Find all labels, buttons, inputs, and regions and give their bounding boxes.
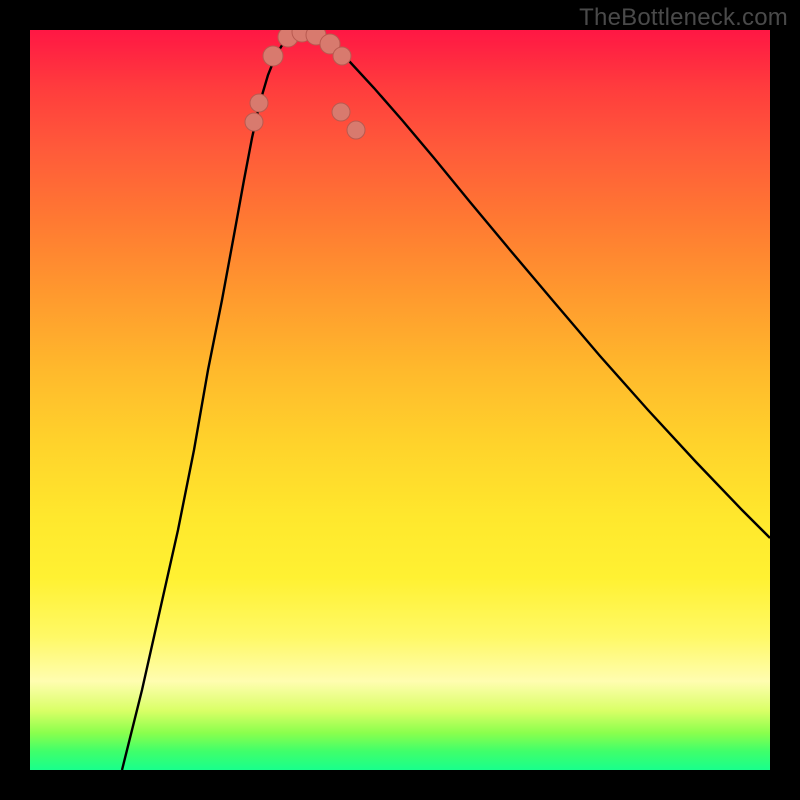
curve-right-path <box>300 30 770 538</box>
chart-frame: TheBottleneck.com <box>0 0 800 800</box>
data-marker <box>250 94 268 112</box>
plot-area <box>30 30 770 770</box>
data-marker <box>333 47 351 65</box>
data-marker <box>263 46 283 66</box>
marker-group <box>245 30 365 139</box>
curve-left-path <box>122 30 300 770</box>
curve-svg <box>30 30 770 770</box>
data-marker <box>332 103 350 121</box>
watermark-text: TheBottleneck.com <box>579 4 788 32</box>
data-marker <box>347 121 365 139</box>
data-marker <box>245 113 263 131</box>
